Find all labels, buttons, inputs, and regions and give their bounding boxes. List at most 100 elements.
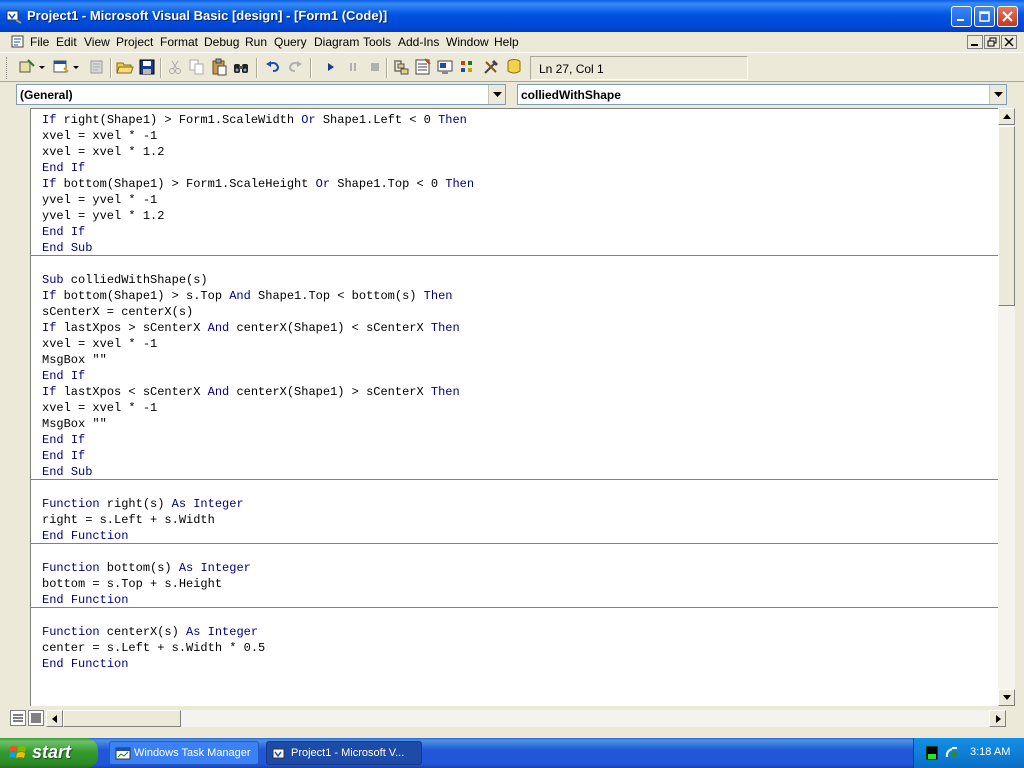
add-project-icon[interactable] — [18, 58, 36, 76]
menu-tools[interactable]: Tools — [363, 35, 391, 49]
minimize-button[interactable] — [951, 6, 972, 27]
code-line[interactable]: xvel = xvel * -1 — [42, 336, 157, 352]
menu-project[interactable]: Project — [116, 35, 153, 49]
code-line[interactable]: End Function — [42, 592, 128, 608]
code-line[interactable]: If bottom(Shape1) > s.Top And Shape1.Top… — [42, 288, 452, 304]
menu-edit[interactable]: Edit — [56, 35, 77, 49]
mdi-close-button[interactable] — [1001, 35, 1017, 49]
find-icon[interactable] — [232, 58, 250, 76]
code-line[interactable]: If bottom(Shape1) > Form1.ScaleHeight Or… — [42, 176, 474, 192]
start-button[interactable]: start — [0, 738, 98, 768]
margin-indicator-bar[interactable] — [10, 108, 30, 706]
code-line[interactable]: End Function — [42, 528, 128, 544]
code-line[interactable]: End Sub — [42, 240, 92, 256]
scroll-down-button[interactable] — [998, 689, 1015, 706]
menu-help[interactable]: Help — [494, 35, 519, 49]
copy-icon[interactable] — [188, 58, 206, 76]
menu-debug[interactable]: Debug — [204, 35, 239, 49]
object-combo[interactable]: (General) — [16, 84, 506, 105]
object-combo-dropdown[interactable] — [488, 85, 505, 104]
code-line[interactable]: If lastXpos > sCenterX And centerX(Shape… — [42, 320, 460, 336]
vertical-scroll-thumb[interactable] — [998, 126, 1015, 306]
add-form-icon[interactable] — [52, 58, 70, 76]
code-line[interactable]: End If — [42, 432, 85, 448]
menu-editor-icon[interactable] — [88, 58, 106, 76]
title-bar[interactable]: Project1 - Microsoft Visual Basic [desig… — [0, 0, 1024, 32]
code-line[interactable]: End If — [42, 224, 85, 240]
code-line[interactable]: xvel = xvel * -1 — [42, 128, 157, 144]
menu-diagram[interactable]: Diagram — [314, 35, 359, 49]
stop-icon[interactable] — [366, 58, 384, 76]
code-line[interactable]: End If — [42, 448, 85, 464]
code-line[interactable]: End Sub — [42, 464, 92, 480]
code-editor[interactable]: If right(Shape1) > Form1.ScaleWidth Or S… — [30, 108, 998, 706]
code-line[interactable]: xvel = xvel * 1.2 — [42, 144, 164, 160]
code-line[interactable]: right = s.Left + s.Width — [42, 512, 215, 528]
start-icon[interactable] — [322, 58, 340, 76]
chevron-down-icon[interactable] — [72, 58, 80, 76]
procedure-combo[interactable]: colliedWithShape — [517, 84, 1007, 105]
code-line[interactable]: Sub colliedWithShape(s) — [42, 272, 208, 288]
code-line[interactable]: End If — [42, 368, 85, 384]
toolbar-separator — [160, 58, 162, 78]
scroll-up-button[interactable] — [998, 108, 1015, 125]
paste-icon[interactable] — [210, 58, 228, 76]
horizontal-scroll-thumb[interactable] — [63, 710, 181, 727]
maximize-button[interactable] — [974, 6, 995, 27]
code-line[interactable]: If lastXpos < sCenterX And centerX(Shape… — [42, 384, 460, 400]
form-layout-icon[interactable] — [436, 58, 454, 76]
code-line[interactable]: Function centerX(s) As Integer — [42, 624, 258, 640]
toolbox-icon[interactable] — [482, 58, 500, 76]
code-line[interactable]: End Function — [42, 656, 128, 672]
code-line[interactable]: center = s.Left + s.Width * 0.5 — [42, 640, 265, 656]
code-line[interactable]: sCenterX = centerX(s) — [42, 304, 193, 320]
full-module-view-button[interactable] — [28, 710, 44, 726]
code-line[interactable]: MsgBox "" — [42, 416, 107, 432]
menu-add-ins[interactable]: Add-Ins — [398, 35, 439, 49]
menu-window[interactable]: Window — [446, 35, 489, 49]
cpu-usage-icon[interactable] — [926, 746, 938, 760]
clock[interactable]: 3:18 AM — [970, 746, 1010, 758]
procedure-view-button[interactable] — [10, 710, 26, 726]
code-line[interactable]: xvel = xvel * -1 — [42, 400, 157, 416]
vertical-scrollbar[interactable] — [998, 108, 1015, 706]
mdi-minimize-button[interactable] — [967, 35, 983, 49]
mdi-restore-button[interactable] — [984, 35, 1000, 49]
code-line[interactable]: If right(Shape1) > Form1.ScaleWidth Or S… — [42, 112, 467, 128]
undo-icon[interactable] — [264, 58, 282, 76]
taskbar: start Windows Task Manager Project1 - Mi… — [0, 738, 1024, 768]
open-folder-icon[interactable] — [116, 58, 134, 76]
menu-run[interactable]: Run — [245, 35, 267, 49]
code-line[interactable]: bottom = s.Top + s.Height — [42, 576, 222, 592]
code-window-icon[interactable] — [10, 34, 26, 50]
code-line[interactable]: Function right(s) As Integer — [42, 496, 244, 512]
network-icon[interactable] — [944, 746, 960, 760]
chevron-down-icon — [1003, 695, 1011, 700]
scroll-left-button[interactable] — [46, 710, 63, 727]
code-line[interactable]: yvel = yvel * -1 — [42, 192, 157, 208]
menu-query[interactable]: Query — [274, 35, 307, 49]
taskbar-item-visual-basic[interactable]: Project1 - Microsoft V... — [266, 741, 422, 765]
project-explorer-icon[interactable] — [392, 58, 410, 76]
menu-file[interactable]: File — [30, 35, 49, 49]
data-view-icon[interactable] — [506, 58, 524, 76]
taskbar-item-task-manager[interactable]: Windows Task Manager — [109, 741, 259, 765]
procedure-combo-dropdown[interactable] — [989, 85, 1006, 104]
horizontal-scrollbar[interactable] — [46, 710, 1006, 727]
code-line[interactable]: End If — [42, 160, 85, 176]
close-button[interactable] — [997, 6, 1018, 27]
redo-icon[interactable] — [286, 58, 304, 76]
scroll-right-button[interactable] — [989, 710, 1006, 727]
properties-window-icon[interactable] — [414, 58, 432, 76]
menu-format[interactable]: Format — [160, 35, 198, 49]
code-line[interactable]: MsgBox "" — [42, 352, 107, 368]
save-icon[interactable] — [138, 58, 156, 76]
code-line[interactable]: yvel = yvel * 1.2 — [42, 208, 164, 224]
object-browser-icon[interactable] — [458, 58, 476, 76]
cut-icon[interactable] — [166, 58, 184, 76]
toolbar-grip[interactable] — [6, 57, 9, 79]
break-icon[interactable] — [344, 58, 362, 76]
chevron-down-icon[interactable] — [38, 58, 46, 76]
code-line[interactable]: Function bottom(s) As Integer — [42, 560, 251, 576]
menu-view[interactable]: View — [84, 35, 110, 49]
